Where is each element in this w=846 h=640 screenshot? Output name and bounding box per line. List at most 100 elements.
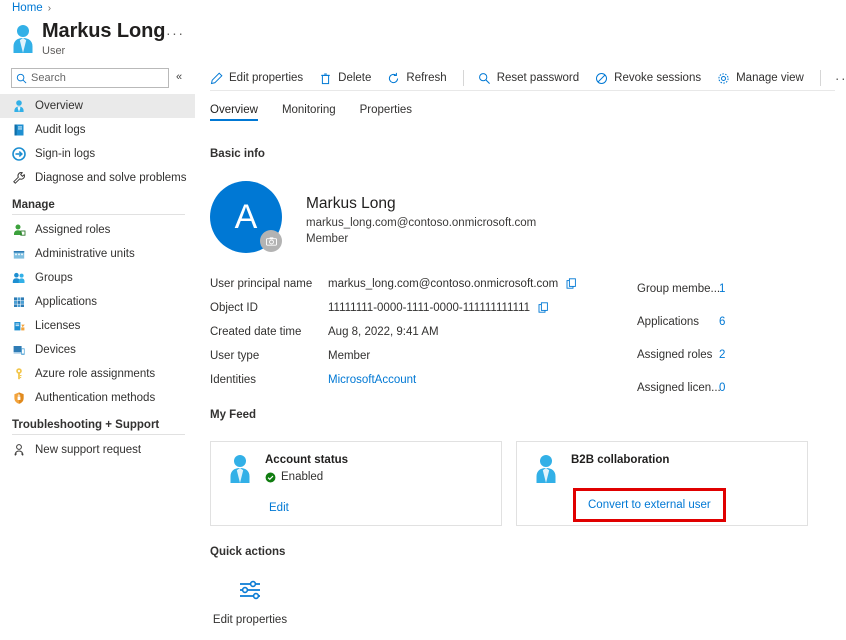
book-icon [12, 123, 26, 137]
search-icon [16, 73, 27, 84]
quick-action-list: Edit properties [210, 575, 290, 626]
sidebar-item-administrative-units[interactable]: Administrative units [0, 242, 195, 266]
search-box[interactable] [11, 68, 169, 88]
stat-value[interactable]: 1 [719, 283, 725, 295]
sidebar-item-overview[interactable]: Overview [0, 94, 195, 118]
sidebar-item-azure-role-assignments[interactable]: Azure role assignments [0, 362, 195, 386]
command-bar: Edit properties Delete Refresh [210, 66, 846, 90]
sidebar-item-diagnose-and-solve-problems[interactable]: Diagnose and solve problems [0, 166, 195, 190]
command-label: Delete [338, 72, 371, 84]
section-title-quick-actions: Quick actions [210, 546, 285, 558]
sidebar-item-audit-logs[interactable]: Audit logs [0, 118, 195, 142]
search-input[interactable] [31, 72, 164, 84]
command-label: Manage view [736, 72, 804, 84]
user-identity-block: A Markus Long markus_long.com@contoso.on… [210, 181, 536, 253]
account-status-card: Account status Enabled Edit [210, 441, 502, 526]
sidebar-item-groups[interactable]: Groups [0, 266, 195, 290]
command-bar-rule [210, 90, 835, 91]
tab-properties[interactable]: Properties [360, 104, 412, 121]
stat-label: Assigned licen... [637, 382, 719, 394]
property-row: User type Member [210, 344, 578, 368]
stat-row: Assigned roles 2 [637, 338, 725, 371]
stat-label: Applications [637, 316, 719, 328]
stat-value[interactable]: 6 [719, 316, 725, 328]
property-value-link[interactable]: MicrosoftAccount [328, 374, 416, 386]
command-label: Edit properties [229, 72, 303, 84]
camera-icon[interactable] [260, 230, 282, 252]
property-row: Created date time Aug 8, 2022, 9:41 AM [210, 320, 578, 344]
command-bar-divider [463, 70, 464, 86]
property-label: User type [210, 350, 328, 362]
sidebar-group-troubleshooting-support: Troubleshooting + Support [0, 419, 195, 431]
breadcrumb-separator: › [48, 3, 51, 14]
property-value: Aug 8, 2022, 9:41 AM [328, 326, 439, 338]
command-label: Reset password [497, 72, 579, 84]
sidebar-item-assigned-roles[interactable]: Assigned roles [0, 218, 195, 242]
avatar: A [210, 181, 282, 253]
user-avatar-icon [227, 453, 253, 483]
administrative-units-icon [12, 247, 26, 261]
devices-icon [12, 343, 26, 357]
support-person-icon [12, 443, 26, 457]
breadcrumb: Home › [12, 2, 51, 14]
sidebar-item-label: Diagnose and solve problems [35, 172, 187, 184]
sidebar-item-label: Assigned roles [35, 224, 110, 236]
delete-button[interactable]: Delete [319, 72, 371, 85]
refresh-button[interactable]: Refresh [387, 72, 446, 85]
sidebar-item-label: Azure role assignments [35, 368, 155, 380]
sidebar-item-label: New support request [35, 444, 141, 456]
stat-label: Assigned roles [637, 349, 719, 361]
page-title-block: Markus Long User [10, 20, 165, 58]
edit-properties-button[interactable]: Edit properties [210, 72, 303, 85]
page-more-menu-button[interactable]: ··· [166, 26, 185, 40]
sign-in-icon [12, 147, 26, 161]
sliders-icon [235, 575, 265, 605]
key-search-icon [478, 72, 491, 85]
tab-monitoring[interactable]: Monitoring [282, 104, 336, 121]
tab-overview[interactable]: Overview [210, 104, 258, 121]
stat-row: Assigned licen... 0 [637, 371, 725, 404]
sidebar-item-label: Administrative units [35, 248, 135, 260]
card-title: B2B collaboration [571, 453, 669, 468]
sidebar-item-sign-in-logs[interactable]: Sign-in logs [0, 142, 195, 166]
tab-list: Overview Monitoring Properties [210, 104, 412, 121]
gear-icon [717, 72, 730, 85]
edit-link[interactable]: Edit [269, 502, 289, 514]
sidebar-nav: Overview Audit logs [0, 94, 195, 462]
user-icon [12, 99, 26, 113]
section-title-basic-info: Basic info [210, 148, 265, 160]
sidebar-item-authentication-methods[interactable]: Authentication methods [0, 386, 195, 410]
copy-icon[interactable] [538, 302, 550, 314]
property-list: User principal name markus_long.com@cont… [210, 272, 578, 392]
convert-to-external-user-link[interactable]: Convert to external user [573, 488, 726, 522]
sidebar-item-applications[interactable]: Applications [0, 290, 195, 314]
groups-icon [12, 271, 26, 285]
sidebar-item-label: Devices [35, 344, 76, 356]
page-subtitle: User [42, 44, 165, 58]
quick-action-label: Edit properties [213, 614, 287, 626]
command-bar-more-button[interactable]: ··· [835, 70, 846, 86]
sidebar-collapse-button[interactable]: « [176, 71, 182, 83]
property-row: Identities MicrosoftAccount [210, 368, 578, 392]
feed-card-list: Account status Enabled Edit [210, 441, 808, 526]
reset-password-button[interactable]: Reset password [478, 72, 579, 85]
breadcrumb-home-link[interactable]: Home [12, 2, 43, 14]
sidebar-item-new-support-request[interactable]: New support request [0, 438, 195, 462]
sidebar-item-label: Overview [35, 100, 83, 112]
stat-row: Group membe... 1 [637, 272, 725, 305]
property-value: markus_long.com@contoso.onmicrosoft.com [328, 278, 558, 290]
sidebar-item-label: Groups [35, 272, 73, 284]
sidebar-item-licenses[interactable]: Licenses [0, 314, 195, 338]
quick-action-edit-properties[interactable]: Edit properties [210, 575, 290, 626]
stat-value[interactable]: 0 [719, 382, 725, 394]
shield-icon [12, 391, 26, 405]
copy-icon[interactable] [566, 278, 578, 290]
status-text: Enabled [281, 471, 323, 483]
sidebar-item-label: Authentication methods [35, 392, 155, 404]
manage-view-button[interactable]: Manage view [717, 72, 804, 85]
sidebar-item-devices[interactable]: Devices [0, 338, 195, 362]
revoke-sessions-button[interactable]: Revoke sessions [595, 72, 701, 85]
command-bar-divider [820, 70, 821, 86]
stat-value[interactable]: 2 [719, 349, 725, 361]
identity-upn: markus_long.com@contoso.onmicrosoft.com [306, 215, 536, 231]
